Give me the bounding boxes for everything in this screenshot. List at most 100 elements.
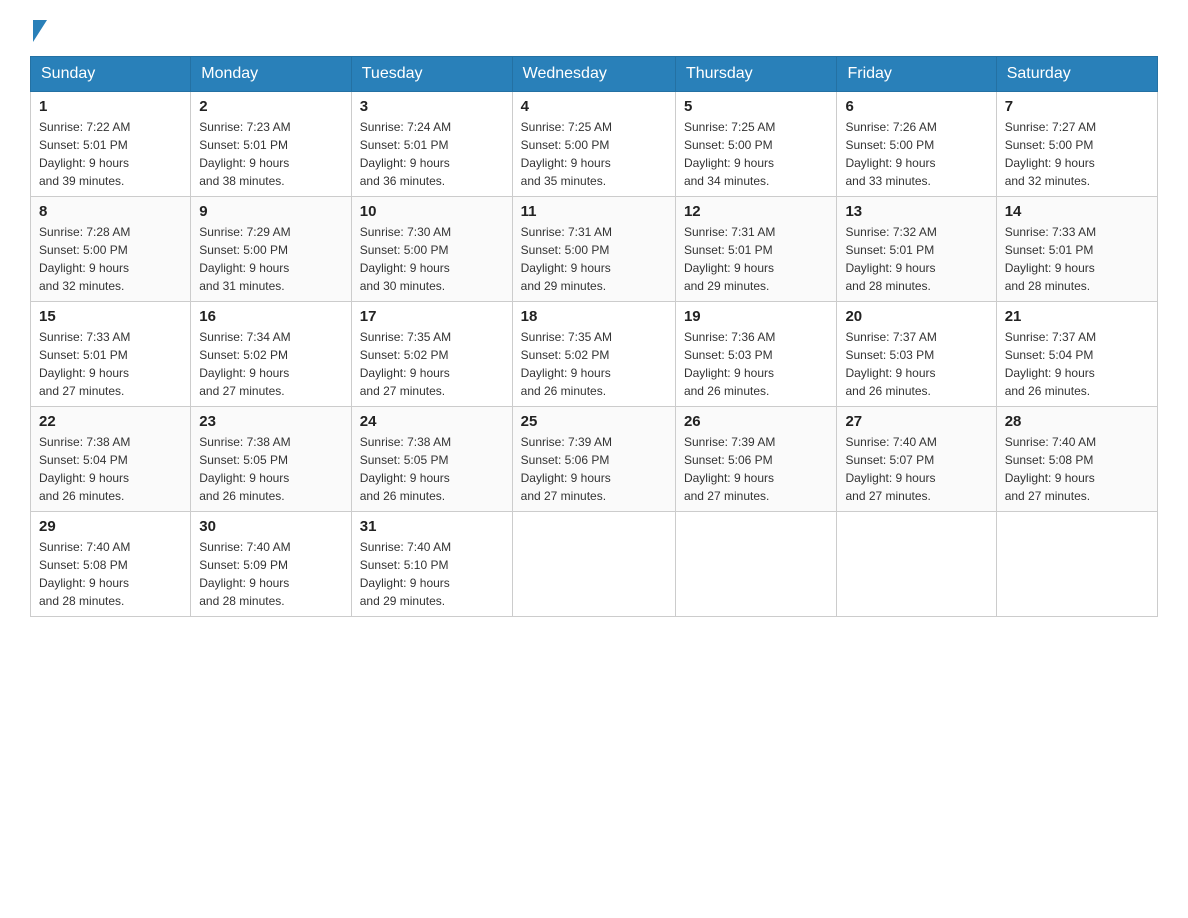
calendar-cell: 25 Sunrise: 7:39 AM Sunset: 5:06 PM Dayl… [512,407,675,512]
column-header-sunday: Sunday [31,57,191,92]
day-number: 13 [845,203,987,220]
day-number: 7 [1005,98,1149,115]
day-number: 31 [360,518,504,535]
day-info: Sunrise: 7:39 AM Sunset: 5:06 PM Dayligh… [684,433,829,505]
calendar-cell: 11 Sunrise: 7:31 AM Sunset: 5:00 PM Dayl… [512,197,675,302]
calendar-week-row: 1 Sunrise: 7:22 AM Sunset: 5:01 PM Dayli… [31,92,1158,197]
day-number: 20 [845,308,987,325]
calendar-cell: 8 Sunrise: 7:28 AM Sunset: 5:00 PM Dayli… [31,197,191,302]
column-header-wednesday: Wednesday [512,57,675,92]
day-number: 1 [39,98,182,115]
calendar-cell: 31 Sunrise: 7:40 AM Sunset: 5:10 PM Dayl… [351,512,512,617]
day-info: Sunrise: 7:37 AM Sunset: 5:03 PM Dayligh… [845,328,987,400]
calendar-cell [837,512,996,617]
day-number: 6 [845,98,987,115]
logo [30,20,47,38]
calendar-header-row: SundayMondayTuesdayWednesdayThursdayFrid… [31,57,1158,92]
day-info: Sunrise: 7:22 AM Sunset: 5:01 PM Dayligh… [39,118,182,190]
calendar-cell: 14 Sunrise: 7:33 AM Sunset: 5:01 PM Dayl… [996,197,1157,302]
calendar-cell: 3 Sunrise: 7:24 AM Sunset: 5:01 PM Dayli… [351,92,512,197]
calendar-cell: 18 Sunrise: 7:35 AM Sunset: 5:02 PM Dayl… [512,302,675,407]
day-info: Sunrise: 7:30 AM Sunset: 5:00 PM Dayligh… [360,223,504,295]
calendar-cell: 19 Sunrise: 7:36 AM Sunset: 5:03 PM Dayl… [675,302,837,407]
day-number: 2 [199,98,343,115]
day-info: Sunrise: 7:38 AM Sunset: 5:05 PM Dayligh… [360,433,504,505]
day-info: Sunrise: 7:25 AM Sunset: 5:00 PM Dayligh… [521,118,667,190]
logo-arrow-icon [33,20,47,42]
day-number: 24 [360,413,504,430]
calendar-cell: 1 Sunrise: 7:22 AM Sunset: 5:01 PM Dayli… [31,92,191,197]
column-header-friday: Friday [837,57,996,92]
day-number: 18 [521,308,667,325]
calendar-cell: 24 Sunrise: 7:38 AM Sunset: 5:05 PM Dayl… [351,407,512,512]
day-number: 11 [521,203,667,220]
day-info: Sunrise: 7:24 AM Sunset: 5:01 PM Dayligh… [360,118,504,190]
day-number: 19 [684,308,829,325]
column-header-monday: Monday [191,57,352,92]
calendar-cell [675,512,837,617]
calendar-cell: 20 Sunrise: 7:37 AM Sunset: 5:03 PM Dayl… [837,302,996,407]
calendar-cell: 21 Sunrise: 7:37 AM Sunset: 5:04 PM Dayl… [996,302,1157,407]
day-number: 9 [199,203,343,220]
day-info: Sunrise: 7:26 AM Sunset: 5:00 PM Dayligh… [845,118,987,190]
day-info: Sunrise: 7:40 AM Sunset: 5:08 PM Dayligh… [1005,433,1149,505]
calendar-week-row: 8 Sunrise: 7:28 AM Sunset: 5:00 PM Dayli… [31,197,1158,302]
day-number: 4 [521,98,667,115]
calendar-cell: 29 Sunrise: 7:40 AM Sunset: 5:08 PM Dayl… [31,512,191,617]
day-number: 22 [39,413,182,430]
day-number: 12 [684,203,829,220]
day-info: Sunrise: 7:31 AM Sunset: 5:00 PM Dayligh… [521,223,667,295]
day-info: Sunrise: 7:40 AM Sunset: 5:09 PM Dayligh… [199,538,343,610]
day-number: 30 [199,518,343,535]
day-info: Sunrise: 7:38 AM Sunset: 5:04 PM Dayligh… [39,433,182,505]
calendar-cell: 6 Sunrise: 7:26 AM Sunset: 5:00 PM Dayli… [837,92,996,197]
calendar-cell: 22 Sunrise: 7:38 AM Sunset: 5:04 PM Dayl… [31,407,191,512]
day-info: Sunrise: 7:25 AM Sunset: 5:00 PM Dayligh… [684,118,829,190]
day-info: Sunrise: 7:29 AM Sunset: 5:00 PM Dayligh… [199,223,343,295]
day-info: Sunrise: 7:40 AM Sunset: 5:08 PM Dayligh… [39,538,182,610]
calendar-cell: 15 Sunrise: 7:33 AM Sunset: 5:01 PM Dayl… [31,302,191,407]
day-info: Sunrise: 7:35 AM Sunset: 5:02 PM Dayligh… [360,328,504,400]
calendar-cell: 13 Sunrise: 7:32 AM Sunset: 5:01 PM Dayl… [837,197,996,302]
day-info: Sunrise: 7:36 AM Sunset: 5:03 PM Dayligh… [684,328,829,400]
calendar-cell: 12 Sunrise: 7:31 AM Sunset: 5:01 PM Dayl… [675,197,837,302]
calendar-cell: 26 Sunrise: 7:39 AM Sunset: 5:06 PM Dayl… [675,407,837,512]
day-number: 15 [39,308,182,325]
calendar-week-row: 29 Sunrise: 7:40 AM Sunset: 5:08 PM Dayl… [31,512,1158,617]
day-number: 25 [521,413,667,430]
day-info: Sunrise: 7:35 AM Sunset: 5:02 PM Dayligh… [521,328,667,400]
day-number: 3 [360,98,504,115]
calendar-cell: 28 Sunrise: 7:40 AM Sunset: 5:08 PM Dayl… [996,407,1157,512]
column-header-saturday: Saturday [996,57,1157,92]
calendar-week-row: 15 Sunrise: 7:33 AM Sunset: 5:01 PM Dayl… [31,302,1158,407]
calendar-cell: 27 Sunrise: 7:40 AM Sunset: 5:07 PM Dayl… [837,407,996,512]
calendar-cell: 2 Sunrise: 7:23 AM Sunset: 5:01 PM Dayli… [191,92,352,197]
day-number: 14 [1005,203,1149,220]
day-number: 29 [39,518,182,535]
day-number: 10 [360,203,504,220]
calendar-cell: 9 Sunrise: 7:29 AM Sunset: 5:00 PM Dayli… [191,197,352,302]
column-header-thursday: Thursday [675,57,837,92]
day-info: Sunrise: 7:39 AM Sunset: 5:06 PM Dayligh… [521,433,667,505]
day-number: 8 [39,203,182,220]
day-number: 16 [199,308,343,325]
calendar-table: SundayMondayTuesdayWednesdayThursdayFrid… [30,56,1158,617]
day-info: Sunrise: 7:27 AM Sunset: 5:00 PM Dayligh… [1005,118,1149,190]
day-number: 28 [1005,413,1149,430]
day-number: 26 [684,413,829,430]
day-number: 21 [1005,308,1149,325]
day-number: 17 [360,308,504,325]
calendar-cell: 7 Sunrise: 7:27 AM Sunset: 5:00 PM Dayli… [996,92,1157,197]
calendar-cell [996,512,1157,617]
calendar-cell: 23 Sunrise: 7:38 AM Sunset: 5:05 PM Dayl… [191,407,352,512]
calendar-cell: 4 Sunrise: 7:25 AM Sunset: 5:00 PM Dayli… [512,92,675,197]
calendar-week-row: 22 Sunrise: 7:38 AM Sunset: 5:04 PM Dayl… [31,407,1158,512]
calendar-cell: 16 Sunrise: 7:34 AM Sunset: 5:02 PM Dayl… [191,302,352,407]
day-info: Sunrise: 7:32 AM Sunset: 5:01 PM Dayligh… [845,223,987,295]
day-info: Sunrise: 7:37 AM Sunset: 5:04 PM Dayligh… [1005,328,1149,400]
page-header [30,20,1158,38]
day-info: Sunrise: 7:31 AM Sunset: 5:01 PM Dayligh… [684,223,829,295]
day-info: Sunrise: 7:40 AM Sunset: 5:07 PM Dayligh… [845,433,987,505]
calendar-cell: 30 Sunrise: 7:40 AM Sunset: 5:09 PM Dayl… [191,512,352,617]
column-header-tuesday: Tuesday [351,57,512,92]
